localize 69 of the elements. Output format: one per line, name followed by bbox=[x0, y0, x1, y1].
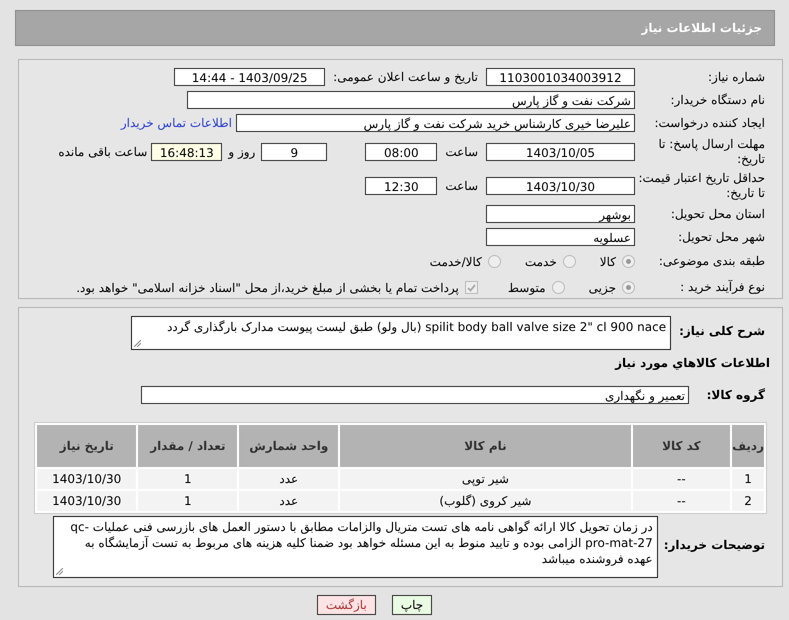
checkbox[interactable] bbox=[464, 281, 478, 294]
radio-label: کالا bbox=[600, 254, 616, 268]
radio-button[interactable] bbox=[488, 255, 501, 268]
radio-button[interactable] bbox=[552, 281, 565, 294]
radio-button[interactable] bbox=[622, 281, 635, 294]
description-text: spilit body ball valve size 2" cl 900 nace (بال ولو) طبق لیست پیوست مدارک بارگذاری گردد bbox=[167, 320, 666, 334]
field-label: مهلت ارسال پاسخ: تا تاریخ: bbox=[657, 137, 766, 167]
field-label: ساعت باقی مانده bbox=[58, 145, 148, 159]
radio-label: کالا/خدمت bbox=[430, 254, 482, 268]
print-button[interactable]: چاپ bbox=[392, 595, 432, 615]
field-label: تاریخ و ساعت اعلان عمومی: bbox=[333, 70, 478, 84]
back-button[interactable]: بازگشت bbox=[316, 595, 376, 615]
table-cell: شیر توپی bbox=[340, 469, 631, 489]
announce-date-field: 1403/09/25 - 14:44 bbox=[174, 68, 326, 86]
requester-field: علیرضا خیری کارشناس خرید شرکت نفت و گاز پارس bbox=[236, 114, 635, 132]
table-cell: 1 bbox=[732, 469, 764, 489]
field-label: گروه کالا: bbox=[706, 388, 766, 402]
field-label: حداقل تاریخ اعتبار قیمت: تا تاریخ: bbox=[637, 171, 766, 201]
field-label: شهر محل تحویل: bbox=[677, 230, 766, 244]
field-label: ایجاد کننده درخواست: bbox=[653, 116, 766, 130]
radio-button[interactable] bbox=[622, 255, 635, 268]
buyer-field: شرکت نفت و گاز پارس bbox=[187, 91, 635, 109]
field-label: نام دستگاه خریدار: bbox=[670, 92, 766, 108]
column-header: ردیف bbox=[732, 425, 764, 467]
radio-button[interactable] bbox=[562, 255, 576, 268]
column-header: نام کالا bbox=[340, 425, 631, 467]
date-field: 1403/10/30 bbox=[486, 177, 635, 195]
table-cell: 1403/10/30 bbox=[37, 469, 136, 489]
column-header: کد کالا bbox=[632, 425, 730, 467]
table-cell: 1 bbox=[138, 469, 238, 489]
date-field: 1403/10/05 bbox=[486, 143, 635, 161]
radio-label: خدمت bbox=[524, 254, 557, 268]
table-cell: عدد bbox=[239, 469, 338, 489]
field-label: توضیحات خریدار: bbox=[664, 537, 766, 553]
days-field: 9 bbox=[261, 143, 328, 161]
field-label: شماره نیاز: bbox=[707, 70, 766, 84]
radio-label: جزیی bbox=[588, 280, 616, 294]
goods-group-field: تعمیر و نگهداری bbox=[141, 386, 689, 404]
section-title: اطلاعات کالاهاي مورد نیاز bbox=[614, 356, 771, 370]
resize-grip-icon[interactable] bbox=[134, 340, 142, 347]
notes-text: در زمان تحویل کالا ارائه گواهی نامه های تست متریال والزامات مطابق با دستور العمل های بازرسی فنی عملیات qc-pro-mat-27 الزامی بوده و تایید منوط به این مسئله خواهد بود ضمنا کلیه هزینه های مربوط به تست آزمایشگاه به عهده فروشنده میباشد bbox=[70, 520, 653, 566]
field-label: استان محل تحویل: bbox=[670, 206, 766, 222]
remaining-time-field: 16:48:13 bbox=[151, 143, 222, 161]
time-field: 08:00 bbox=[365, 143, 438, 161]
table-cell: 1403/10/30 bbox=[37, 491, 136, 511]
time-field: 12:30 bbox=[365, 177, 438, 195]
resize-grip-icon[interactable] bbox=[56, 568, 63, 575]
field-label: روز و bbox=[228, 145, 256, 159]
payment-note: پرداخت تمام یا بخشی از مبلغ خرید،از محل "اسناد خزانه اسلامی" خواهد بود. bbox=[76, 280, 459, 294]
field-label: شرح کلی نیاز: bbox=[679, 323, 766, 339]
province-field: بوشهر bbox=[486, 205, 635, 223]
radio-label: متوسط bbox=[508, 280, 546, 294]
column-header: تاریخ نیاز bbox=[37, 425, 136, 467]
table-cell: -- bbox=[632, 469, 730, 489]
column-header: تعداد / مقدار bbox=[138, 425, 238, 467]
contact-link[interactable]: اطلاعات تماس خریدار bbox=[120, 116, 232, 130]
need-number-field: 1103001034003912 bbox=[486, 68, 635, 86]
city-field: عسلویه bbox=[486, 228, 635, 246]
table-cell: شیر کروی (گلوب) bbox=[340, 491, 631, 511]
field-label: نوع فرآیند خرید : bbox=[679, 280, 766, 295]
table-cell: 2 bbox=[732, 491, 764, 511]
table-cell: -- bbox=[632, 491, 730, 511]
field-label: طبقه بندی موضوعی: bbox=[658, 254, 766, 269]
page-title: جزئیات اطلاعات نیاز bbox=[641, 21, 762, 35]
table-cell: 1 bbox=[138, 491, 238, 511]
field-label: ساعت bbox=[445, 145, 478, 159]
table-cell: عدد bbox=[239, 491, 338, 511]
column-header: واحد شمارش bbox=[239, 425, 338, 467]
field-label: ساعت bbox=[445, 179, 478, 193]
